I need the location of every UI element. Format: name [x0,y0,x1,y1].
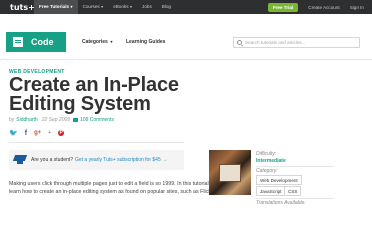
tag-web-development[interactable]: Web Development [256,175,302,185]
free-trial-button[interactable]: Free Trial [267,2,299,12]
nav-jobs[interactable]: Jobs [137,0,157,14]
nav-ebooks[interactable]: eBooks ▾ [108,0,137,14]
difficulty-label: Difficulty: [256,151,277,157]
divider [256,166,334,167]
tag-javascript[interactable]: JavaScript [256,186,286,196]
difficulty-value[interactable]: Intermediate [256,158,286,164]
by-label: by [9,117,15,123]
code-section-badge[interactable]: Code [6,32,66,52]
main-nav: Free Tutorials ▾ Courses ▾ eBooks ▾ Jobs Bl… [34,0,176,14]
nav-blog[interactable]: Blog [157,0,176,14]
tutorial-thumbnail [209,150,251,195]
graduation-cap-icon [13,155,27,165]
student-promo: Are you a student? Get a yearly Tuts+ su… [9,150,184,170]
account-links: Free Trial Create Account Sign In [267,0,364,14]
article-title: Create an In-Place Editing System [9,75,259,115]
chevron-down-icon: ▾ [70,4,73,9]
nav-label: Blog [161,4,171,9]
byline: by Siddharth 22 Sep 2009 109 Comments [9,117,114,123]
thumbnail-screen [219,164,241,182]
nav-courses[interactable]: Courses ▾ [78,0,109,14]
divider [9,142,184,143]
title-line-2: Editing System [9,93,151,115]
plus-icon[interactable]: + [48,130,51,136]
sign-in-link[interactable]: Sign In [350,5,364,10]
share-bar: 🐦 f g+ + P [9,129,71,137]
publish-date: 22 Sep 2009 [41,117,71,123]
category-label: Category: [256,168,278,174]
section-label: Code [31,37,54,47]
promo-link[interactable]: Get a yearly Tuts+ subscription for $45 … [75,157,167,163]
code-icon [13,37,23,47]
search-box[interactable] [233,37,360,48]
chevron-down-icon: ▾ [130,4,133,9]
chevron-down-icon: ▾ [109,39,113,44]
nav-free-tutorials[interactable]: Free Tutorials ▾ [34,0,78,14]
article-intro: Making users click through multiple page… [9,181,224,195]
comments-link[interactable]: 109 Comments [80,117,114,123]
search-icon [237,40,242,45]
translations-label: Translations Available: [256,200,306,206]
categories-label: Categories [82,39,108,45]
pinterest-icon[interactable]: P [58,130,65,136]
top-navigation-bar: tuts+ Free Tutorials ▾ Courses ▾ eBooks ▾ J… [0,0,372,14]
nav-label: Courses [82,4,100,9]
search-input[interactable] [245,40,357,45]
promo-text: Are you a student? [31,157,73,163]
categories-menu[interactable]: Categories ▾ [82,39,112,45]
nav-label: eBooks [113,4,129,9]
author-link[interactable]: Siddharth [16,117,37,123]
comment-icon [73,118,79,122]
twitter-icon[interactable]: 🐦 [9,129,18,137]
nav-label: Jobs [142,4,152,9]
tag-css[interactable]: CSS [284,186,302,196]
learning-guides-link[interactable]: Learning Guides [126,39,165,45]
create-account-link[interactable]: Create Account [308,5,339,10]
facebook-icon[interactable]: f [25,130,27,137]
nav-label: Free Tutorials [39,4,70,9]
google-plus-icon[interactable]: g+ [34,130,41,136]
divider [256,198,334,199]
chevron-down-icon: ▾ [101,4,104,9]
tuts-plus-logo[interactable]: tuts+ [10,3,35,12]
